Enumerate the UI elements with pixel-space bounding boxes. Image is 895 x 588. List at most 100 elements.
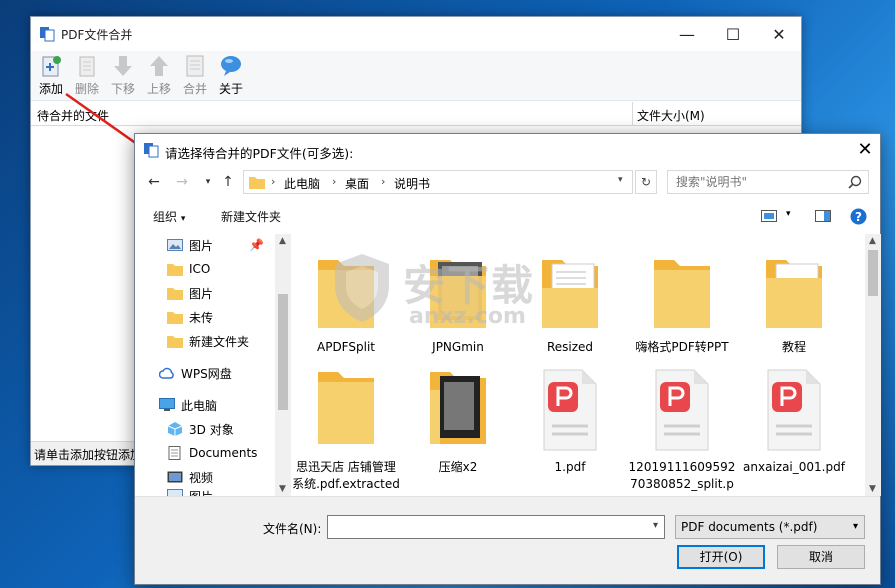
nav-item-3d-objects[interactable]: 3D 对象 (167, 418, 234, 440)
view-mode-icon[interactable] (761, 210, 777, 222)
file-item[interactable]: 1.pdf (515, 368, 625, 476)
nav-item-pictures-folder[interactable]: 图片 (167, 282, 213, 304)
nav-item-pictures-pinned[interactable]: 图片 📌 (167, 234, 264, 256)
back-arrow-icon[interactable]: ← (143, 171, 165, 193)
pictures-icon (167, 489, 183, 496)
scroll-down-icon[interactable]: ▼ (279, 484, 286, 494)
minimize-button[interactable]: — (664, 17, 710, 51)
nav-item-not-uploaded[interactable]: 未传 (167, 306, 213, 328)
file-name: 嗨格式PDF转PPT (635, 340, 729, 354)
nav-item-ico[interactable]: ICO (167, 258, 210, 280)
cancel-button[interactable]: 取消 (777, 545, 865, 569)
merge-button[interactable]: 合并 (177, 53, 213, 99)
file-item[interactable]: 教程 (739, 248, 849, 356)
merge-label: 合并 (182, 82, 207, 96)
folder-icon (167, 264, 183, 276)
breadcrumb-separator-icon: › (271, 175, 276, 188)
move-up-icon (150, 56, 168, 76)
navigation-row: ← → ▾ ↑ › 此电脑 › 桌面 › 说明书 ▾ ↻ (135, 168, 880, 196)
search-box[interactable] (667, 170, 869, 194)
dialog-close-button[interactable]: ✕ (851, 138, 879, 164)
pdf-file-icon (655, 369, 709, 451)
search-icon[interactable] (848, 175, 862, 189)
about-button[interactable]: 关于 (213, 53, 249, 99)
file-item[interactable]: 压缩x2 (403, 368, 513, 476)
watermark-url: anxz.com (409, 304, 526, 329)
shield-logo-icon (335, 254, 389, 322)
breadcrumb-separator-icon: › (381, 175, 386, 188)
file-item[interactable]: 思迅天店 店铺管理系统.pdf.extracted_i (293, 368, 401, 493)
folder-icon (167, 288, 183, 300)
scroll-down-icon[interactable]: ▼ (869, 484, 876, 494)
nav-item-pictures[interactable]: 图片 (167, 488, 213, 496)
folder-doc-icon (766, 260, 822, 328)
address-dropdown-icon[interactable]: ▾ (618, 175, 623, 185)
3d-objects-icon (167, 422, 183, 436)
organize-menu[interactable]: 组织 ▾ (153, 208, 185, 225)
folder-icon (654, 260, 710, 328)
status-text: 请单击添加按钮添加 (34, 448, 143, 462)
about-icon (221, 56, 241, 76)
open-file-dialog: 请选择待合并的PDF文件(可多选): ✕ ← → ▾ ↑ › 此电脑 › 桌面 … (134, 133, 881, 585)
open-button[interactable]: 打开(O) (677, 545, 765, 569)
column-header-size[interactable]: 文件大小(M) (637, 107, 705, 124)
file-name: JPNGmin (432, 340, 484, 354)
file-name: APDFSplit (317, 340, 375, 354)
preview-pane-icon[interactable] (815, 210, 831, 222)
breadcrumb-item[interactable]: 桌面 (345, 175, 369, 192)
view-dropdown-icon[interactable]: ▾ (786, 209, 791, 219)
folder-icon (249, 177, 265, 189)
nav-item-label: 图片 (189, 286, 214, 301)
command-bar: 组织 ▾ 新建文件夹 ▾ ? (135, 202, 880, 230)
status-bar: 请单击添加按钮添加 (31, 441, 143, 465)
nav-item-label: WPS网盘 (181, 366, 232, 381)
scroll-up-icon[interactable]: ▲ (869, 236, 876, 246)
address-bar[interactable]: › 此电脑 › 桌面 › 说明书 ▾ (243, 170, 633, 194)
chevron-down-icon[interactable]: ▾ (653, 520, 658, 531)
nav-item-label: 图片 (189, 238, 214, 253)
pdf-file-icon (543, 369, 597, 451)
file-view-scrollbar-thumb[interactable] (868, 250, 878, 296)
file-view-scrollbar[interactable]: ▲ ▼ (865, 234, 881, 496)
nav-scrollbar-thumb[interactable] (278, 294, 288, 410)
app-icon (40, 27, 55, 42)
filename-input[interactable] (332, 517, 632, 537)
computer-icon (159, 398, 175, 411)
nav-item-new-folder[interactable]: 新建文件夹 (167, 330, 249, 352)
help-icon[interactable]: ? (850, 208, 867, 225)
filetype-select[interactable]: PDF documents (*.pdf) ▾ (675, 515, 865, 539)
nav-item-videos[interactable]: 视频 (167, 466, 213, 488)
maximize-button[interactable]: ☐ (710, 17, 756, 51)
file-item[interactable]: anxaizai_001.pdf (739, 368, 849, 476)
nav-item-this-pc[interactable]: 此电脑 (159, 394, 217, 416)
file-item[interactable]: 1201911160959270380852_split.pdf (627, 368, 737, 493)
column-divider[interactable] (632, 102, 633, 126)
nav-item-label: 新建文件夹 (189, 334, 250, 349)
nav-pane-scrollbar[interactable]: ▲ ▼ (275, 234, 291, 496)
search-input[interactable] (676, 174, 841, 190)
dialog-title-bar[interactable]: 请选择待合并的PDF文件(可多选): ✕ (135, 134, 880, 166)
up-arrow-icon[interactable]: ↑ (217, 171, 239, 193)
breadcrumb-item[interactable]: 说明书 (394, 175, 430, 192)
filetype-value: PDF documents (*.pdf) (681, 520, 818, 534)
refresh-button[interactable]: ↻ (635, 170, 657, 194)
new-folder-button[interactable]: 新建文件夹 (221, 208, 281, 225)
add-file-icon (42, 56, 61, 77)
filename-combobox[interactable]: ▾ (327, 515, 665, 539)
recent-locations-chevron-icon[interactable]: ▾ (197, 171, 219, 193)
move-down-icon (114, 56, 132, 76)
breadcrumb-item[interactable]: 此电脑 (284, 175, 320, 192)
organize-label: 组织 (153, 210, 178, 224)
nav-item-documents[interactable]: Documents (167, 442, 257, 464)
scroll-up-icon[interactable]: ▲ (279, 236, 286, 246)
forward-arrow-icon[interactable]: → (171, 171, 193, 193)
nav-item-wps-cloud[interactable]: WPS网盘 (159, 362, 232, 384)
main-title-bar[interactable]: PDF文件合并 — ☐ ✕ (31, 17, 801, 51)
main-window-title: PDF文件合并 (61, 28, 133, 42)
file-item[interactable]: 嗨格式PDF转PPT (627, 248, 737, 356)
cloud-icon (159, 367, 174, 379)
chevron-down-icon: ▾ (180, 214, 186, 224)
folder-icon (318, 372, 374, 444)
close-button[interactable]: ✕ (756, 17, 802, 51)
delete-file-icon (79, 56, 95, 77)
